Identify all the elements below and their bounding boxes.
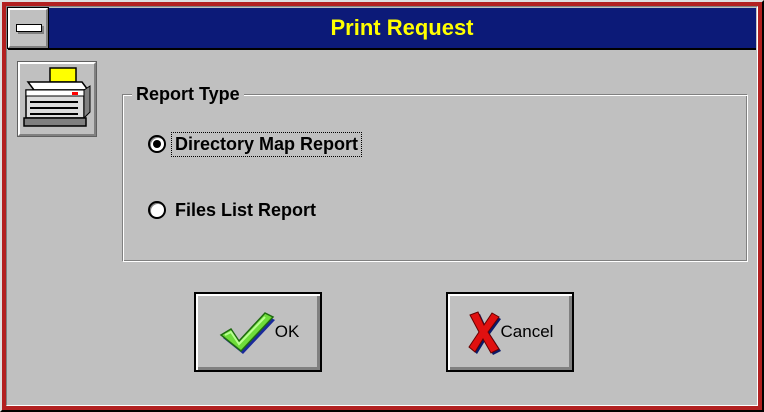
radio-directory-map-report[interactable]: Directory Map Report (148, 130, 363, 158)
radio-files-list-report[interactable]: Files List Report (148, 196, 319, 224)
radio-label-files-list[interactable]: Files List Report (172, 199, 319, 222)
x-icon (467, 311, 501, 355)
report-type-legend: Report Type (132, 82, 244, 106)
radio-dot (153, 140, 161, 148)
cancel-button-label: Cancel (500, 322, 554, 341)
radio-button-selected[interactable] (148, 135, 166, 153)
title-bar[interactable]: Print Request (7, 7, 756, 50)
printer-icon-box (17, 61, 97, 137)
print-request-dialog: Print Request Report Type Directory Map … (0, 0, 764, 412)
checkmark-icon (219, 312, 275, 354)
system-menu-icon (16, 24, 42, 32)
printer-icon (23, 67, 91, 127)
system-menu-button[interactable] (7, 7, 49, 49)
cancel-button[interactable]: Cancel (446, 292, 574, 372)
ok-button-label: OK (274, 322, 300, 341)
ok-button[interactable]: OK (194, 292, 322, 372)
radio-label-directory-map[interactable]: Directory Map Report (170, 131, 363, 157)
radio-button-unselected[interactable] (148, 201, 166, 219)
report-type-group (122, 94, 748, 262)
window-title: Print Request (330, 15, 474, 40)
